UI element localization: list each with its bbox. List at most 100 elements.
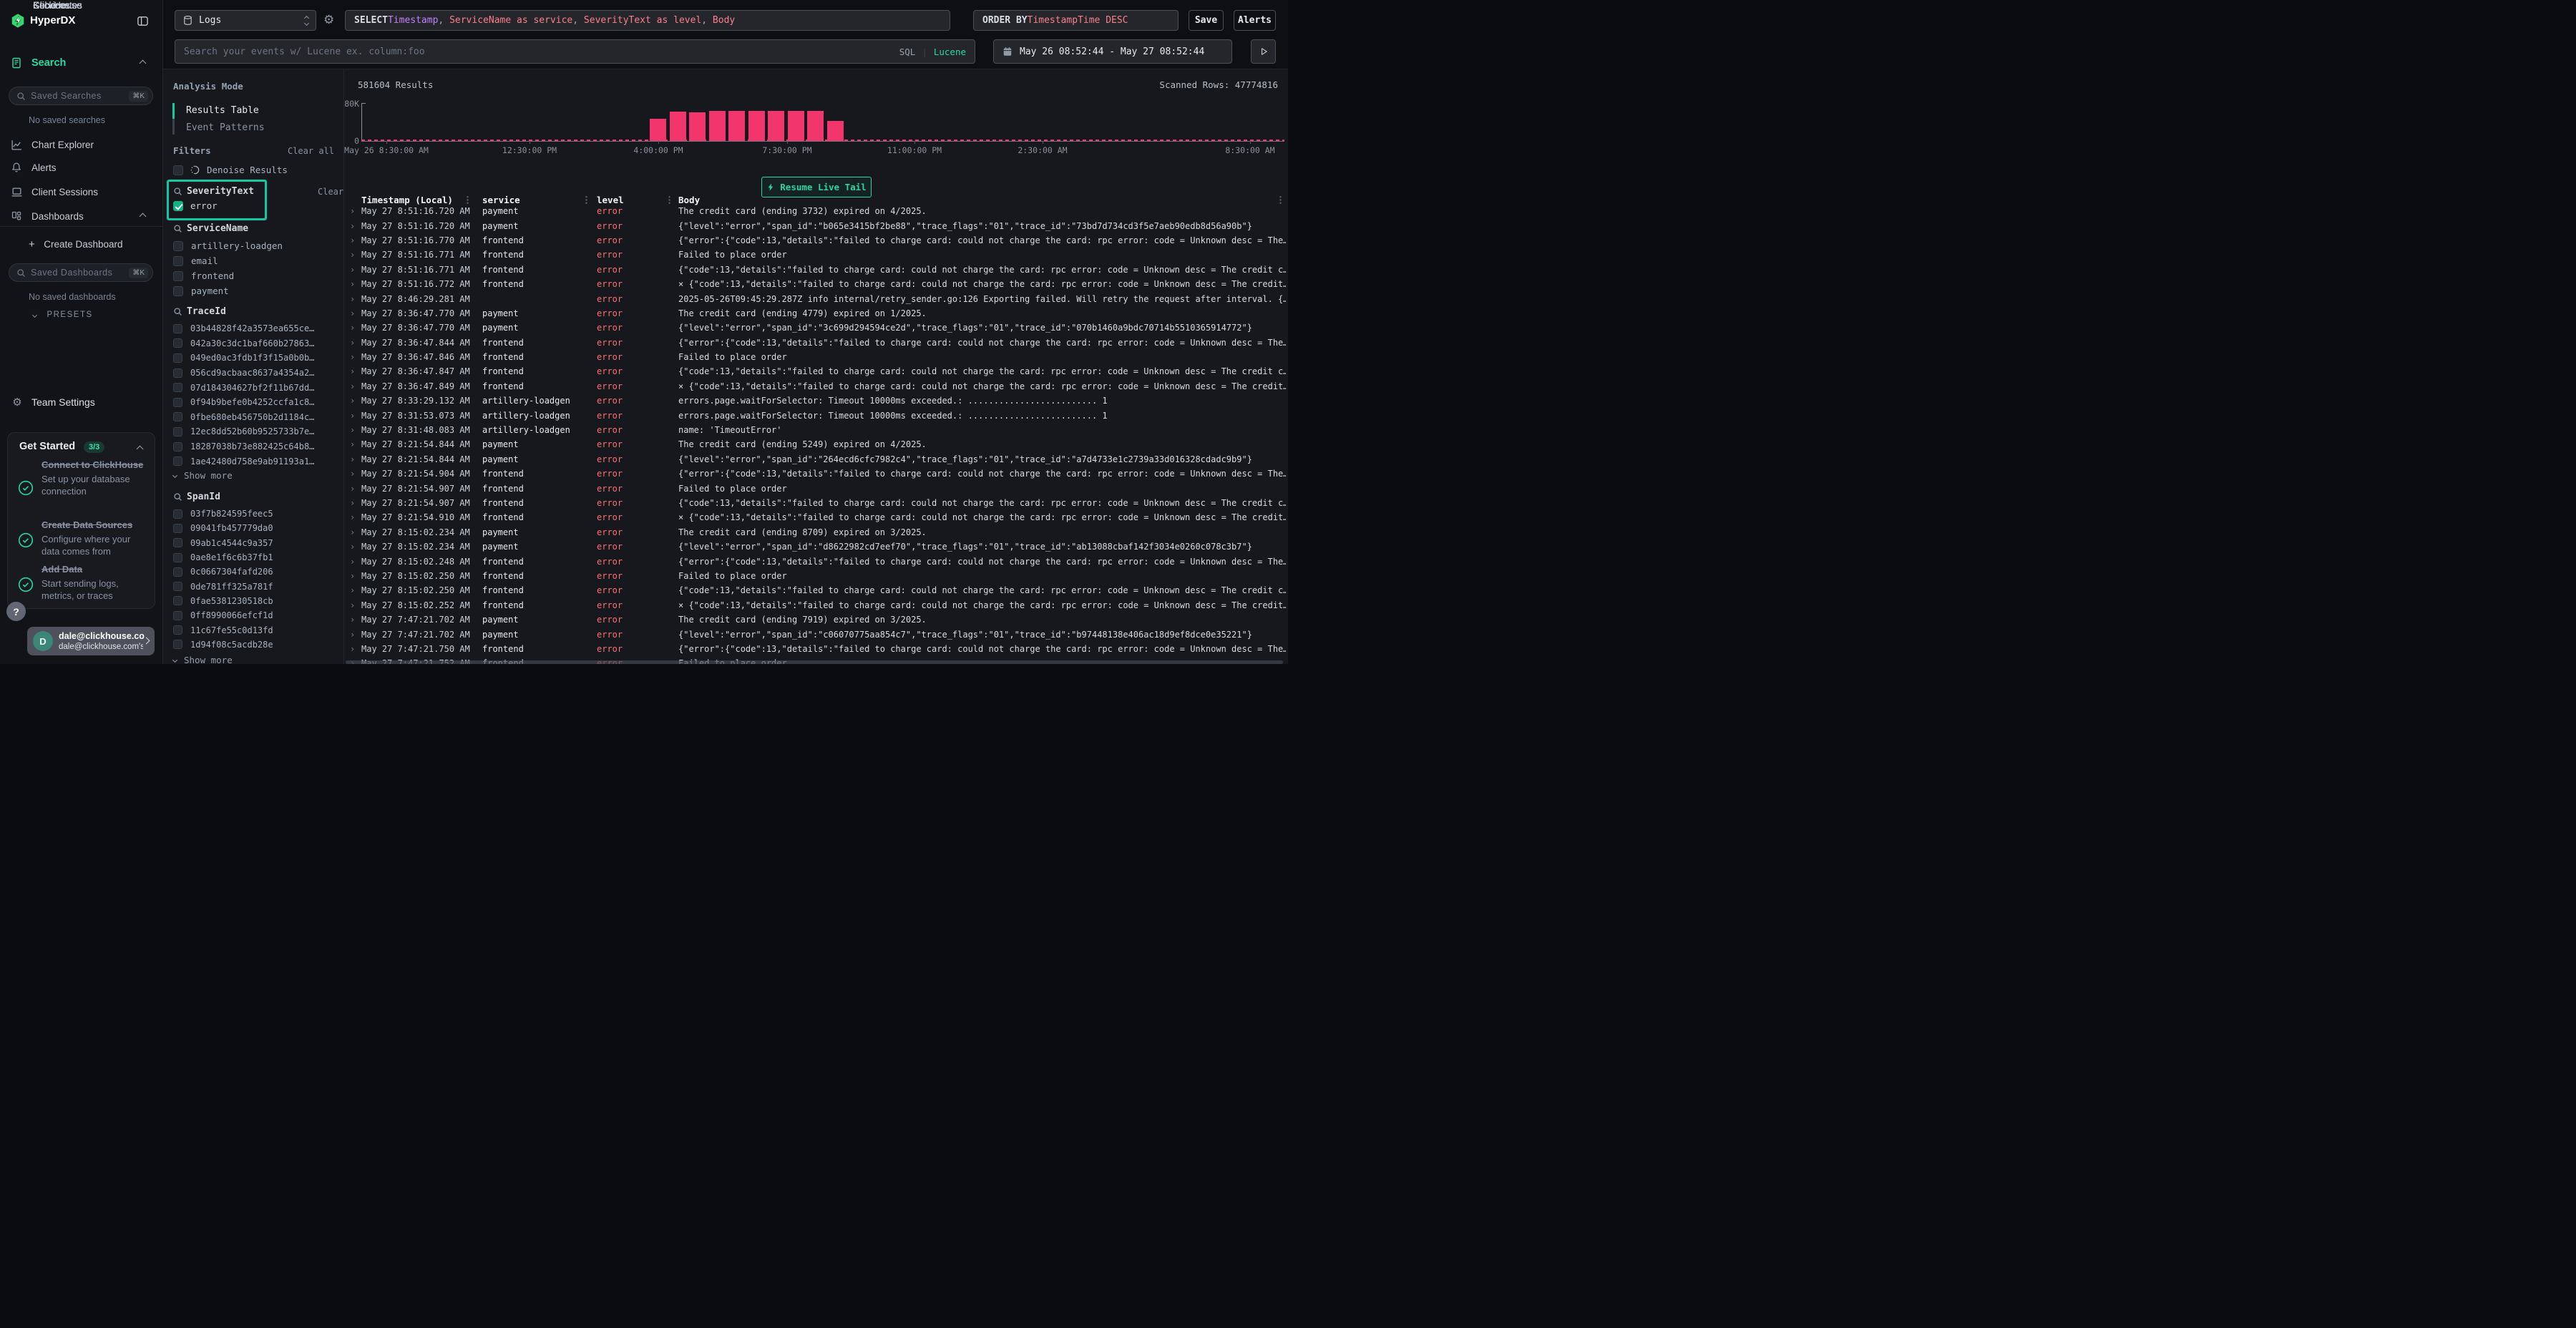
get-started-step[interactable]: Connect to ClickHouse Set up your databa… (42, 459, 150, 498)
lucene-search-input[interactable] (184, 47, 893, 57)
table-row[interactable]: › May 27 8:31:53.073 AM artillery-loadge… (344, 408, 1288, 422)
checkbox[interactable] (173, 412, 182, 421)
chevron-up-icon[interactable] (137, 446, 144, 453)
search-icon[interactable] (173, 307, 182, 316)
histogram-bar[interactable] (788, 111, 804, 141)
select-query-input[interactable]: SELECT Timestamp, ServiceName as service… (345, 10, 950, 31)
span-filter-option[interactable]: 0ae8e1f6c6b37fb1 (163, 550, 344, 565)
trace-filter-option[interactable]: 042a30c3dc1baf660b27863… (163, 336, 344, 351)
row-expand-chevron[interactable]: › (350, 235, 355, 245)
trace-show-more[interactable]: Show more (173, 470, 233, 481)
row-expand-chevron[interactable]: › (350, 542, 355, 552)
tab-event-patterns[interactable]: Event Patterns (186, 122, 265, 133)
table-row[interactable]: › May 27 8:36:47.770 AM payment error Th… (344, 306, 1288, 321)
table-row[interactable]: › May 27 8:36:47.846 AM frontend error F… (344, 350, 1288, 364)
checkbox[interactable] (173, 640, 182, 649)
table-row[interactable]: › May 27 8:36:47.770 AM payment error {"… (344, 321, 1288, 335)
table-row[interactable]: › May 27 8:15:02.248 AM frontend error {… (344, 554, 1288, 568)
trace-filter-option[interactable]: 07d184304627bf2f11b67dd… (163, 380, 344, 395)
histogram-bar[interactable] (728, 111, 745, 141)
trace-filter-option[interactable]: 0fbe680eb456750b2d1184c… (163, 410, 344, 425)
span-filter-option[interactable]: 09041fb457779da0 (163, 521, 344, 535)
checkbox-checked[interactable] (173, 201, 183, 211)
row-expand-chevron[interactable]: › (350, 615, 355, 625)
checkbox[interactable] (173, 553, 182, 562)
checkbox[interactable] (173, 286, 183, 296)
row-expand-chevron[interactable]: › (350, 381, 355, 391)
get-started-step[interactable]: Create Data Sources Configure where your… (42, 519, 150, 558)
order-by-input[interactable]: ORDER BY TimestampTime DESC (973, 10, 1179, 31)
histogram-bar[interactable] (670, 112, 686, 141)
row-expand-chevron[interactable]: › (350, 439, 355, 449)
table-row[interactable]: › May 27 7:47:21.702 AM payment error Th… (344, 612, 1288, 627)
sidebar-item-team-settings[interactable]: ⚙ Team Settings (0, 394, 163, 411)
checkbox[interactable] (173, 383, 182, 392)
row-expand-chevron[interactable]: › (350, 469, 355, 479)
create-dashboard-button[interactable]: + Create Dashboard (29, 238, 123, 251)
checkbox[interactable] (173, 324, 182, 333)
checkbox[interactable] (173, 271, 183, 281)
row-expand-chevron[interactable]: › (350, 600, 355, 610)
table-row[interactable]: › May 27 8:46:29.281 AM error 2025-05-26… (344, 291, 1288, 306)
table-row[interactable]: › May 27 8:31:48.083 AM artillery-loadge… (344, 423, 1288, 437)
table-row[interactable]: › May 27 8:21:54.910 AM frontend error ×… (344, 510, 1288, 524)
sidebar-item-alerts[interactable]: Alerts (0, 159, 163, 176)
presets-toggle[interactable]: PRESETS (33, 308, 93, 321)
span-show-more[interactable]: Show more (173, 655, 233, 665)
sidebar-item-dashboards[interactable]: Dashboards (0, 208, 163, 225)
checkbox[interactable] (173, 241, 183, 251)
row-expand-chevron[interactable]: › (350, 425, 355, 435)
event-search-bar[interactable]: SQL | Lucene (175, 39, 975, 64)
search-icon[interactable] (173, 224, 182, 233)
row-expand-chevron[interactable]: › (350, 484, 355, 494)
checkbox[interactable] (173, 368, 182, 378)
row-expand-chevron[interactable]: › (350, 366, 355, 376)
checkbox[interactable] (173, 625, 182, 635)
service-filter-option[interactable]: artillery-loadgen (163, 238, 344, 253)
service-filter-option[interactable]: payment (163, 283, 344, 298)
row-expand-chevron[interactable]: › (350, 352, 355, 362)
table-row[interactable]: › May 27 8:51:16.771 AM frontend error F… (344, 248, 1288, 262)
trace-filter-option[interactable]: 12ec8dd52b60b9525733b7e… (163, 424, 344, 439)
checkbox[interactable] (173, 567, 182, 577)
table-row[interactable]: › May 27 8:51:16.770 AM frontend error {… (344, 233, 1288, 248)
table-row[interactable]: › May 27 8:15:02.252 AM frontend error ×… (344, 598, 1288, 612)
denoise-results-checkbox[interactable]: Denoise Results (173, 165, 288, 175)
run-query-button[interactable] (1251, 39, 1276, 64)
row-expand-chevron[interactable]: › (350, 265, 355, 275)
get-started-step[interactable]: Add Data Start sending logs, metrics, or… (42, 563, 150, 602)
table-row[interactable]: › May 27 8:51:16.720 AM payment error {"… (344, 218, 1288, 233)
saved-dashboards-search[interactable]: ⌘K (9, 263, 153, 282)
table-row[interactable]: › May 27 8:15:02.234 AM payment error {"… (344, 540, 1288, 554)
preset-dashboard-link[interactable]: Kubernetes (33, 0, 82, 11)
checkbox[interactable] (173, 509, 182, 519)
row-expand-chevron[interactable]: › (350, 454, 355, 464)
table-row[interactable]: › May 27 8:33:29.132 AM artillery-loadge… (344, 394, 1288, 408)
checkbox[interactable] (173, 256, 183, 266)
row-expand-chevron[interactable]: › (350, 411, 355, 421)
sidebar-item-chart-explorer[interactable]: Chart Explorer (0, 136, 163, 153)
span-filter-option[interactable]: 1d94f08c5acdb28e (163, 638, 344, 652)
checkbox[interactable] (173, 165, 183, 175)
row-expand-chevron[interactable]: › (350, 323, 355, 333)
table-row[interactable]: › May 27 8:51:16.720 AM payment error Th… (344, 204, 1288, 218)
checkbox[interactable] (173, 524, 182, 533)
histogram-bar[interactable] (768, 111, 784, 141)
row-expand-chevron[interactable]: › (350, 294, 355, 304)
span-filter-option[interactable]: 0fae5381230518cb (163, 594, 344, 608)
saved-dashboards-input[interactable] (31, 268, 124, 278)
row-expand-chevron[interactable]: › (350, 630, 355, 640)
checkbox[interactable] (173, 338, 182, 348)
table-row[interactable]: › May 27 8:21:54.907 AM frontend error F… (344, 481, 1288, 495)
row-expand-chevron[interactable]: › (350, 396, 355, 406)
severity-option-error[interactable]: error (173, 200, 218, 211)
checkbox[interactable] (173, 442, 182, 451)
table-row[interactable]: › May 27 7:47:21.702 AM payment error {"… (344, 627, 1288, 641)
table-row[interactable]: › May 27 8:51:16.771 AM frontend error {… (344, 263, 1288, 277)
severity-clear-link[interactable]: Clear (318, 187, 343, 197)
service-filter-option[interactable]: email (163, 253, 344, 268)
checkbox[interactable] (173, 611, 182, 620)
trace-filter-option[interactable]: 1ae42480d758e9ab91193a1… (163, 454, 344, 469)
table-row[interactable]: › May 27 8:21:54.844 AM payment error {"… (344, 452, 1288, 467)
span-filter-option[interactable]: 0de781ff325a781f (163, 579, 344, 593)
